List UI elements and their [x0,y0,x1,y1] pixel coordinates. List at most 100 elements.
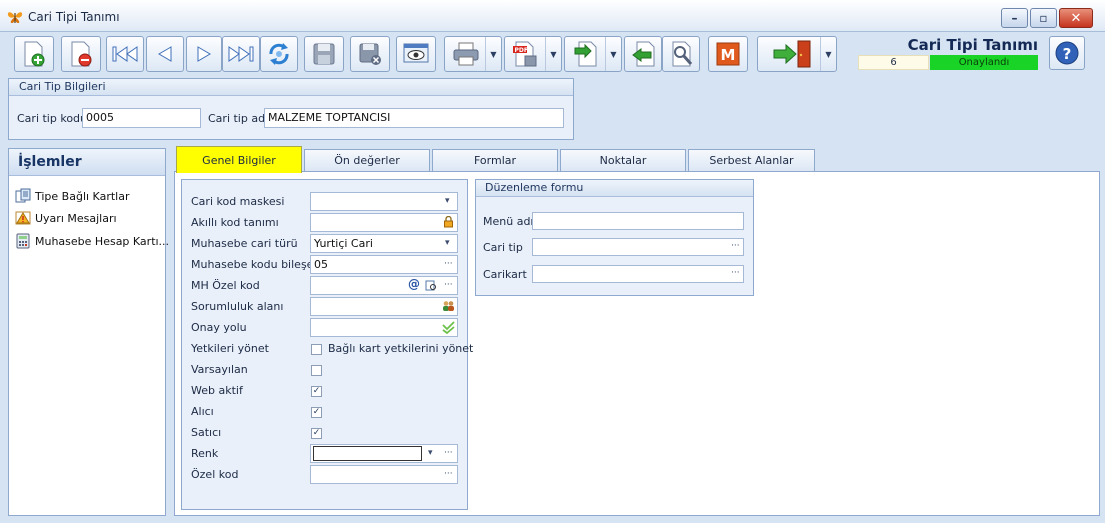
save-icon [313,43,335,65]
exit-icon [773,40,811,68]
pdf-button[interactable]: PDF ▼ [504,36,562,72]
import-icon [632,41,655,67]
akilli-kod-input[interactable] [310,213,458,232]
list-item-accounting[interactable]: Muhasebe Hesap Kartı... [15,232,169,250]
alici-checkbox[interactable]: ✓ [311,407,322,418]
preview-button[interactable] [396,36,436,72]
tab-noktalar[interactable]: Noktalar [560,149,686,172]
save-and-close-button[interactable] [350,36,390,72]
svg-text:?: ? [1063,45,1072,63]
carikart-input[interactable] [532,265,744,283]
next-record-button[interactable] [186,36,222,72]
export-icon [574,41,597,67]
delete-button[interactable] [61,36,101,72]
satici-checkbox[interactable]: ✓ [311,428,322,439]
new-icon [24,41,45,67]
first-record-button[interactable] [106,36,144,72]
chevron-down-icon[interactable]: ▾ [428,448,433,458]
refresh-icon [269,43,289,65]
ellipsis-icon[interactable]: ··· [731,241,740,251]
muhasebe-cari-turu-select[interactable]: Yurtiçi Cari [310,234,458,253]
chevron-down-icon[interactable]: ▾ [445,238,450,248]
search-list-icon[interactable] [425,280,437,291]
export-button[interactable]: ▼ [564,36,622,72]
approve-check-icon[interactable] [442,321,455,334]
help-button[interactable]: ? [1049,36,1085,70]
tab-formlar[interactable]: Formlar [432,149,558,172]
ellipsis-icon[interactable]: ··· [444,259,453,269]
new-button[interactable] [14,36,54,72]
tab-serbest-alanlar[interactable]: Serbest Alanlar [688,149,815,172]
ellipsis-icon[interactable]: ··· [444,448,453,458]
cari-tip-input[interactable] [532,238,744,256]
yetkileri-checkbox-label: Bağlı kart yetkilerini yönet [328,342,474,355]
code-input[interactable]: 0005 [82,108,201,128]
varsayilan-checkbox[interactable] [311,365,322,376]
cari-kod-maskesi-select[interactable] [310,192,458,211]
print-icon [453,42,479,66]
onay-yolu-input[interactable] [310,318,458,337]
chevron-down-icon[interactable]: ▼ [545,37,561,71]
yetkileri-checkbox[interactable] [311,344,322,355]
title-bar: Cari Tipi Tanımı – ▫ ✕ [0,0,1105,32]
chevron-down-icon[interactable]: ▾ [445,196,450,206]
users-icon[interactable] [442,300,455,312]
sorumluluk-input[interactable] [310,297,458,316]
ellipsis-icon[interactable]: ··· [731,268,740,278]
sorumluluk-label: Sorumluluk alanı [191,300,284,313]
akilli-kod-label: Akıllı kod tanımı [191,216,279,229]
pdf-icon: PDF [513,41,537,67]
last-record-button[interactable] [222,36,260,72]
calculator-icon [16,233,30,249]
prev-icon [158,46,172,62]
cari-kod-maskesi-label: Cari kod maskesi [191,195,285,208]
ellipsis-icon[interactable]: ··· [444,469,453,479]
print-button[interactable]: ▼ [444,36,502,72]
previous-record-button[interactable] [146,36,184,72]
tools-button[interactable] [662,36,700,72]
web-aktif-label: Web aktif [191,384,243,397]
butterfly-icon [7,12,23,23]
web-aktif-checkbox[interactable]: ✓ [311,386,322,397]
at-sign-icon[interactable]: @ [408,277,420,291]
group-title: Cari Tip Bilgileri [9,79,573,96]
ellipsis-icon[interactable]: ··· [444,280,453,290]
list-item-cards[interactable]: Tipe Bağlı Kartlar [15,187,129,205]
ozel-kod-label: Özel kod [191,468,239,481]
close-button[interactable]: ✕ [1059,8,1093,28]
preview-icon [403,43,429,63]
tab-on-degerler[interactable]: Ön değerler [304,149,430,172]
renk-color-swatch[interactable] [313,446,422,461]
cari-tip-label: Cari tip [483,241,523,254]
chevron-down-icon[interactable]: ▼ [820,37,836,71]
renk-label: Renk [191,447,219,460]
tab-genel-bilgiler[interactable]: Genel Bilgiler [176,146,302,173]
cards-icon [15,188,31,203]
chevron-down-icon[interactable]: ▼ [485,37,501,71]
name-input[interactable]: MALZEME TOPTANCISI [264,108,564,128]
varsayilan-label: Varsayılan [191,363,248,376]
maximize-icon: ▫ [1039,11,1048,25]
help-icon: ? [1055,41,1079,65]
onay-yolu-label: Onay yolu [191,321,247,334]
alici-label: Alıcı [191,405,214,418]
import-button[interactable] [624,36,662,72]
chevron-down-icon[interactable]: ▼ [605,37,621,71]
save-close-icon [359,43,381,65]
refresh-button[interactable] [260,36,298,72]
list-item-warnings[interactable]: Uyarı Mesajları [15,209,117,227]
record-number: 6 [858,55,929,70]
menu-adi-input[interactable] [532,212,744,230]
minimize-button[interactable]: – [1001,8,1028,28]
m-button[interactable]: M [708,36,748,72]
svg-text:M: M [721,46,736,64]
yetkileri-label: Yetkileri yönet [191,342,269,355]
maximize-button[interactable]: ▫ [1030,8,1057,28]
save-button[interactable] [304,36,344,72]
window-title: Cari Tipi Tanımı [28,10,120,24]
exit-button[interactable]: ▼ [757,36,837,72]
muhasebe-kodu-input[interactable]: 05 [310,255,458,274]
ozel-kod-input[interactable] [310,465,458,484]
lock-icon[interactable] [443,216,454,228]
code-label: Cari tip kodu [17,112,88,125]
